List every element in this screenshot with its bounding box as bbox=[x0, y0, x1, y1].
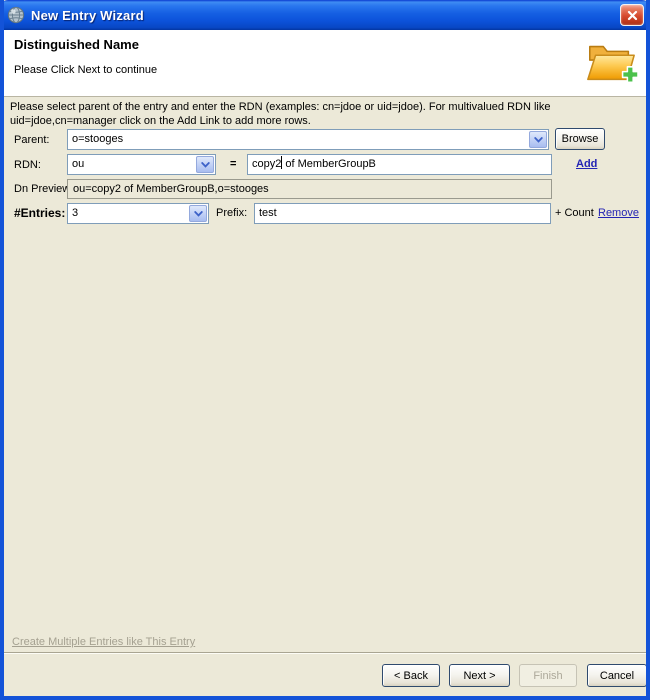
browse-button[interactable]: Browse bbox=[555, 128, 605, 150]
chevron-down-icon[interactable] bbox=[529, 131, 547, 148]
rdn-attribute-value: ou bbox=[72, 155, 195, 174]
rdn-value-before-caret: copy2 bbox=[252, 158, 281, 170]
rdn-value-input[interactable]: copy2 of MemberGroupB bbox=[247, 154, 552, 175]
cancel-button[interactable]: Cancel bbox=[587, 664, 647, 687]
titlebar[interactable]: New Entry Wizard bbox=[0, 0, 650, 30]
footer-divider bbox=[4, 652, 646, 654]
entries-count-value: 3 bbox=[72, 204, 188, 223]
create-multiple-entries-link[interactable]: Create Multiple Entries like This Entry bbox=[12, 636, 195, 648]
dn-preview-field: ou=copy2 of MemberGroupB,o=stooges bbox=[67, 179, 552, 199]
equals-sign: = bbox=[230, 158, 236, 170]
remove-link[interactable]: Remove bbox=[598, 207, 639, 219]
prefix-label: Prefix: bbox=[216, 207, 247, 219]
chevron-down-icon[interactable] bbox=[189, 205, 207, 222]
add-link[interactable]: Add bbox=[576, 158, 597, 170]
new-folder-plus-icon bbox=[584, 35, 638, 89]
prefix-input[interactable]: test bbox=[254, 203, 551, 224]
rdn-attribute-combobox[interactable]: ou bbox=[67, 154, 216, 175]
parent-combobox[interactable]: o=stooges bbox=[67, 129, 549, 150]
parent-label: Parent: bbox=[14, 134, 49, 146]
chevron-down-icon[interactable] bbox=[196, 156, 214, 173]
rdn-label: RDN: bbox=[14, 159, 41, 171]
close-icon bbox=[627, 10, 638, 21]
count-note: + Count bbox=[555, 207, 594, 219]
instruction-text: Please select parent of the entry and en… bbox=[10, 101, 570, 128]
entries-label: #Entries: bbox=[14, 206, 65, 220]
dn-preview-label: Dn Preview: bbox=[14, 183, 73, 195]
rdn-value-after-caret: of MemberGroupB bbox=[282, 158, 376, 170]
new-entry-wizard-dialog: New Entry Wizard Distinguished Name Plea… bbox=[0, 0, 650, 700]
entries-count-combobox[interactable]: 3 bbox=[67, 203, 209, 224]
page-title: Distinguished Name bbox=[14, 37, 139, 52]
page-subtitle: Please Click Next to continue bbox=[14, 64, 157, 76]
next-button[interactable]: Next > bbox=[449, 664, 510, 687]
parent-combobox-value: o=stooges bbox=[72, 130, 528, 149]
globe-icon bbox=[7, 6, 25, 24]
wizard-header: Distinguished Name Please Click Next to … bbox=[4, 30, 646, 97]
finish-button: Finish bbox=[519, 664, 577, 687]
back-button[interactable]: < Back bbox=[382, 664, 440, 687]
close-button[interactable] bbox=[620, 4, 644, 26]
window-title: New Entry Wizard bbox=[31, 8, 620, 23]
